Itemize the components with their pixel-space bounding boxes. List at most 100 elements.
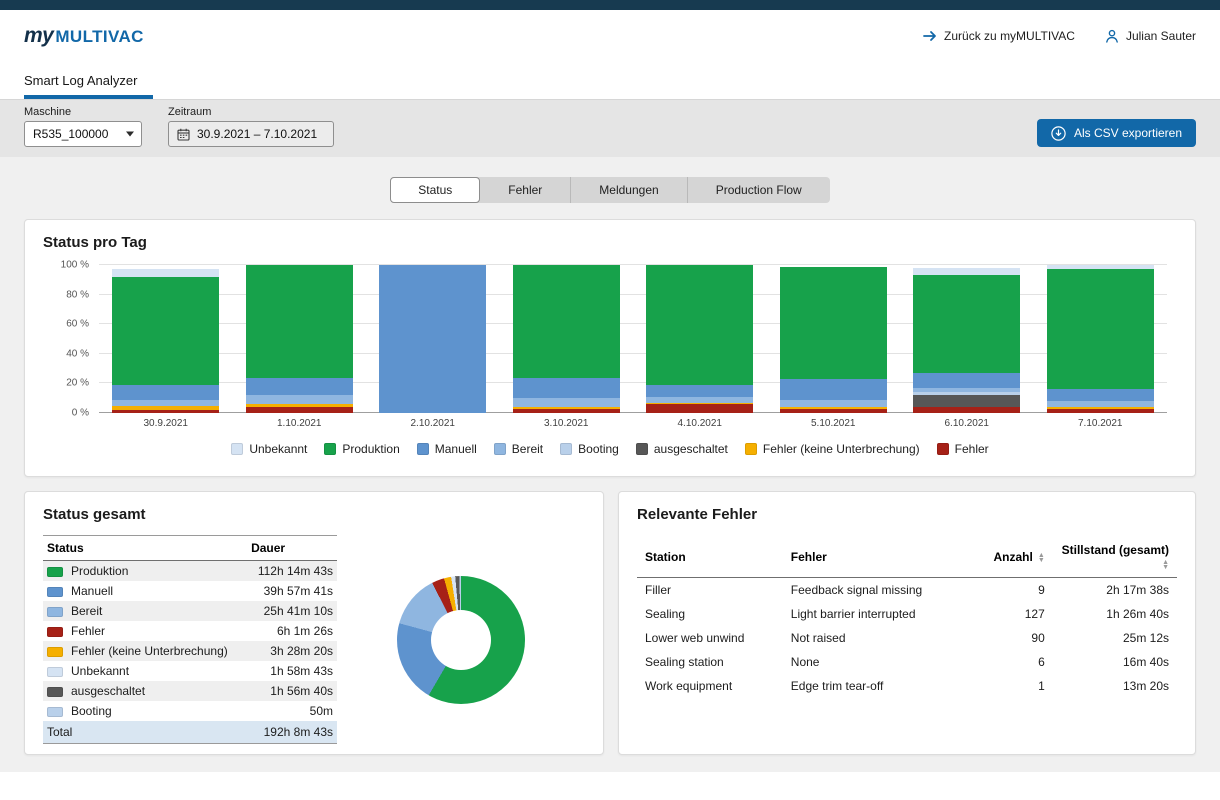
bar-segment-produktion <box>513 265 620 377</box>
column-header-stillstand[interactable]: Stillstand (gesamt)▲▼ <box>1053 537 1177 578</box>
x-axis-label: 7.10.2021 <box>1034 418 1168 429</box>
download-icon <box>1051 126 1066 141</box>
logo-my: my <box>24 24 53 48</box>
count-cell: 9 <box>983 578 1053 603</box>
y-axis-label: 100 % <box>43 260 89 271</box>
status-duration-cell: 112h 14m 43s <box>247 561 337 582</box>
status-duration-cell: 1h 56m 40s <box>247 681 337 701</box>
legend-item: ausgeschaltet <box>636 442 728 456</box>
x-axis-label: 5.10.2021 <box>767 418 901 429</box>
bar-segment-manuell <box>112 385 219 400</box>
tab-production-flow[interactable]: Production Flow <box>687 177 830 203</box>
error-cell: Not raised <box>783 626 983 650</box>
y-axis-label: 20 % <box>43 378 89 389</box>
total-value-cell: 192h 8m 43s <box>247 721 337 744</box>
export-csv-label: Als CSV exportieren <box>1074 126 1182 140</box>
column-header-fehler: Fehler <box>783 537 983 578</box>
export-csv-button[interactable]: Als CSV exportieren <box>1037 119 1196 147</box>
legend-item: Booting <box>560 442 619 456</box>
bar-column-7.10.2021 <box>1034 265 1168 413</box>
status-name: Fehler (keine Unterbrechung) <box>71 644 228 658</box>
status-row: Unbekannt1h 58m 43s <box>43 661 337 681</box>
bar-column-6.10.2021 <box>900 265 1034 413</box>
status-name-cell: Fehler (keine Unterbrechung) <box>43 641 247 661</box>
status-name-cell: Produktion <box>43 561 247 582</box>
column-header-anzahl[interactable]: Anzahl▲▼ <box>983 537 1053 578</box>
error-cell: Feedback signal missing <box>783 578 983 603</box>
bar-column-3.10.2021 <box>500 265 634 413</box>
bar-segment-fehler <box>112 410 219 413</box>
legend-color-chip <box>324 443 336 455</box>
footer-spacer <box>0 772 1220 800</box>
stacked-bar <box>379 265 486 413</box>
station-cell: Lower web unwind <box>637 626 783 650</box>
arrow-right-icon <box>923 30 937 42</box>
legend-item: Unbekannt <box>231 442 307 456</box>
bar-segment-bereit <box>780 400 887 407</box>
bar-plot: 0 %20 %40 %60 %80 %100 % <box>99 265 1167 413</box>
legend-label: Booting <box>578 442 619 456</box>
chevron-down-icon <box>126 132 134 137</box>
error-row: SealingLight barrier interrupted1271h 26… <box>637 602 1177 626</box>
date-range-value: 30.9.2021 – 7.10.2021 <box>197 127 317 141</box>
stacked-bar <box>246 265 353 413</box>
status-color-chip <box>47 647 63 657</box>
total-label-cell: Total <box>43 721 247 744</box>
status-duration-cell: 1h 58m 43s <box>247 661 337 681</box>
x-axis-label: 2.10.2021 <box>366 418 500 429</box>
legend-label: Fehler <box>955 442 989 456</box>
error-cell: Light barrier interrupted <box>783 602 983 626</box>
status-row: ausgeschaltet1h 56m 40s <box>43 681 337 701</box>
status-per-day-title: Status pro Tag <box>43 234 1177 251</box>
error-row: Work equipmentEdge trim tear-off113m 20s <box>637 674 1177 698</box>
tab-meldungen[interactable]: Meldungen <box>570 177 686 203</box>
status-duration-cell: 39h 57m 41s <box>247 581 337 601</box>
bar-segment-produktion <box>646 265 753 385</box>
status-table-header-row: Status Dauer <box>43 536 337 561</box>
date-range-picker[interactable]: 30.9.2021 – 7.10.2021 <box>168 121 334 147</box>
status-color-chip <box>47 627 63 637</box>
status-row: Bereit25h 41m 10s <box>43 601 337 621</box>
user-menu[interactable]: Julian Sauter <box>1105 29 1196 43</box>
count-cell: 90 <box>983 626 1053 650</box>
sort-icon: ▲▼ <box>1038 553 1045 563</box>
bar-segment-fehler <box>646 404 753 413</box>
period-label: Zeitraum <box>168 106 334 118</box>
bar-segment-unbekannt <box>112 269 219 276</box>
sort-icon: ▲▼ <box>1162 560 1169 570</box>
bar-segment-produktion <box>246 265 353 377</box>
legend-color-chip <box>417 443 429 455</box>
stacked-bar <box>112 265 219 413</box>
tab-status[interactable]: Status <box>390 177 480 203</box>
error-row: FillerFeedback signal missing92h 17m 38s <box>637 578 1177 603</box>
error-cell: Edge trim tear-off <box>783 674 983 698</box>
x-axis-label: 1.10.2021 <box>233 418 367 429</box>
x-axis-label: 3.10.2021 <box>500 418 634 429</box>
calendar-icon[interactable] <box>169 128 197 141</box>
machine-select[interactable]: R535_100000 <box>24 121 142 147</box>
status-row: Manuell39h 57m 41s <box>43 581 337 601</box>
downtime-cell: 16m 40s <box>1053 650 1177 674</box>
legend-label: Unbekannt <box>249 442 307 456</box>
bar-column-5.10.2021 <box>767 265 901 413</box>
period-filter-group: Zeitraum 30.9.2021 – 7.10.2021 <box>168 106 334 147</box>
count-cell: 6 <box>983 650 1053 674</box>
back-to-mymultivac-link[interactable]: Zurück zu myMULTIVAC <box>923 29 1075 43</box>
column-header-dauer: Dauer <box>247 536 337 561</box>
x-axis-label: 30.9.2021 <box>99 418 233 429</box>
main-content: StatusFehlerMeldungenProduction Flow Sta… <box>0 157 1220 772</box>
machine-filter-group: Maschine R535_100000 <box>24 106 142 147</box>
bar-segment-fehler <box>513 409 620 413</box>
stacked-bar <box>780 265 887 413</box>
bar-segment-produktion <box>1047 269 1154 389</box>
legend-color-chip <box>560 443 572 455</box>
legend-item: Fehler (keine Unterbrechung) <box>745 442 920 456</box>
bar-segment-manuell <box>379 265 486 413</box>
status-color-chip <box>47 687 63 697</box>
status-row: Produktion112h 14m 43s <box>43 561 337 582</box>
tab-smart-log-analyzer[interactable]: Smart Log Analyzer <box>24 73 153 99</box>
tab-fehler[interactable]: Fehler <box>480 177 570 203</box>
downtime-cell: 1h 26m 40s <box>1053 602 1177 626</box>
donut-hole <box>431 610 491 670</box>
legend-label: Fehler (keine Unterbrechung) <box>763 442 920 456</box>
